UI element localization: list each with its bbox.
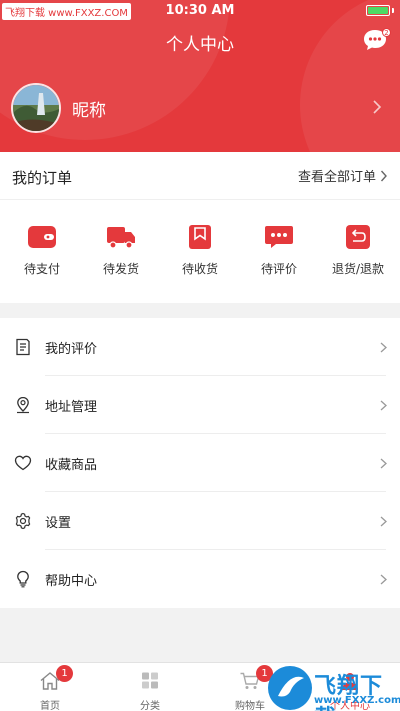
- settings-menu: 我的评价 地址管理 收藏商品 设置 帮助中心: [0, 318, 400, 608]
- tab-badge: 1: [56, 665, 73, 682]
- message-badge: 2: [382, 28, 391, 37]
- chat-dots-icon: [265, 226, 293, 248]
- watermark-url: www.FXXZ.com: [314, 695, 400, 706]
- bookmark-box-icon: [189, 225, 211, 249]
- orders-header: 我的订单 查看全部订单: [0, 152, 400, 200]
- tab-home[interactable]: 1 首页: [0, 663, 100, 711]
- truck-icon: [107, 227, 135, 249]
- menu-item-address[interactable]: 地址管理: [0, 376, 400, 434]
- order-status-label: 退货/退款: [331, 262, 385, 276]
- location-pin-icon: [17, 396, 29, 414]
- order-status-pending-payment[interactable]: 待支付: [2, 224, 82, 277]
- view-all-label: 查看全部订单: [297, 170, 376, 185]
- menu-item-label: 帮助中心: [45, 574, 98, 589]
- order-status-label: 待收货: [181, 262, 218, 276]
- chevron-right-icon: [380, 516, 387, 527]
- order-status-label: 待评价: [260, 262, 297, 276]
- orders-title: 我的订单: [12, 169, 73, 187]
- chevron-right-icon: [380, 170, 387, 181]
- header-decoration: [300, 0, 400, 152]
- grid-icon: [142, 672, 158, 689]
- order-status-label: 待支付: [23, 262, 60, 276]
- tab-label: 首页: [40, 701, 60, 711]
- order-status-pending-shipment[interactable]: 待发货: [81, 224, 161, 277]
- menu-item-favorites[interactable]: 收藏商品: [0, 434, 400, 492]
- chevron-right-icon: [380, 458, 387, 469]
- chevron-right-icon: [380, 342, 387, 353]
- menu-item-my-reviews[interactable]: 我的评价: [0, 318, 400, 376]
- page-title: 个人中心: [166, 35, 234, 55]
- menu-item-settings[interactable]: 设置: [0, 492, 400, 550]
- orders-section: 我的订单 查看全部订单 待支付 待发货 待收货 待评价 退货/退款: [0, 152, 400, 303]
- lightbulb-icon: [17, 570, 29, 588]
- menu-item-label: 收藏商品: [45, 458, 98, 473]
- heart-icon: [14, 455, 32, 471]
- menu-item-label: 地址管理: [45, 400, 98, 415]
- battery-icon: [366, 5, 390, 16]
- chevron-right-icon[interactable]: [372, 99, 382, 115]
- chevron-right-icon: [380, 574, 387, 585]
- menu-item-label: 设置: [45, 516, 72, 531]
- tab-label: 分类: [140, 701, 160, 711]
- view-all-orders-link[interactable]: 查看全部订单: [298, 166, 388, 185]
- nickname[interactable]: 昵称: [72, 96, 106, 121]
- profile-header: 飞翔下载 www.FXXZ.COM 10:30 AM 个人中心 2 昵称: [0, 0, 400, 152]
- document-icon: [16, 338, 30, 356]
- order-status-label: 待发货: [102, 262, 139, 276]
- order-status-refund[interactable]: 退货/退款: [318, 224, 398, 277]
- chevron-right-icon: [380, 400, 387, 411]
- return-icon: [346, 225, 370, 249]
- wallet-icon: [28, 226, 56, 248]
- avatar[interactable]: [11, 83, 61, 133]
- tab-category[interactable]: 分类: [100, 663, 200, 711]
- menu-item-help[interactable]: 帮助中心: [0, 550, 400, 608]
- gear-icon: [15, 512, 31, 530]
- status-bar: 飞翔下载 www.FXXZ.COM 10:30 AM: [0, 0, 400, 22]
- watermark-logo: 飞翔下载 www.FXXZ.com: [268, 664, 400, 711]
- order-status-pending-receipt[interactable]: 待收货: [160, 224, 240, 277]
- order-status-pending-review[interactable]: 待评价: [239, 224, 319, 277]
- status-time: 10:30 AM: [165, 3, 235, 18]
- menu-item-label: 我的评价: [45, 342, 98, 357]
